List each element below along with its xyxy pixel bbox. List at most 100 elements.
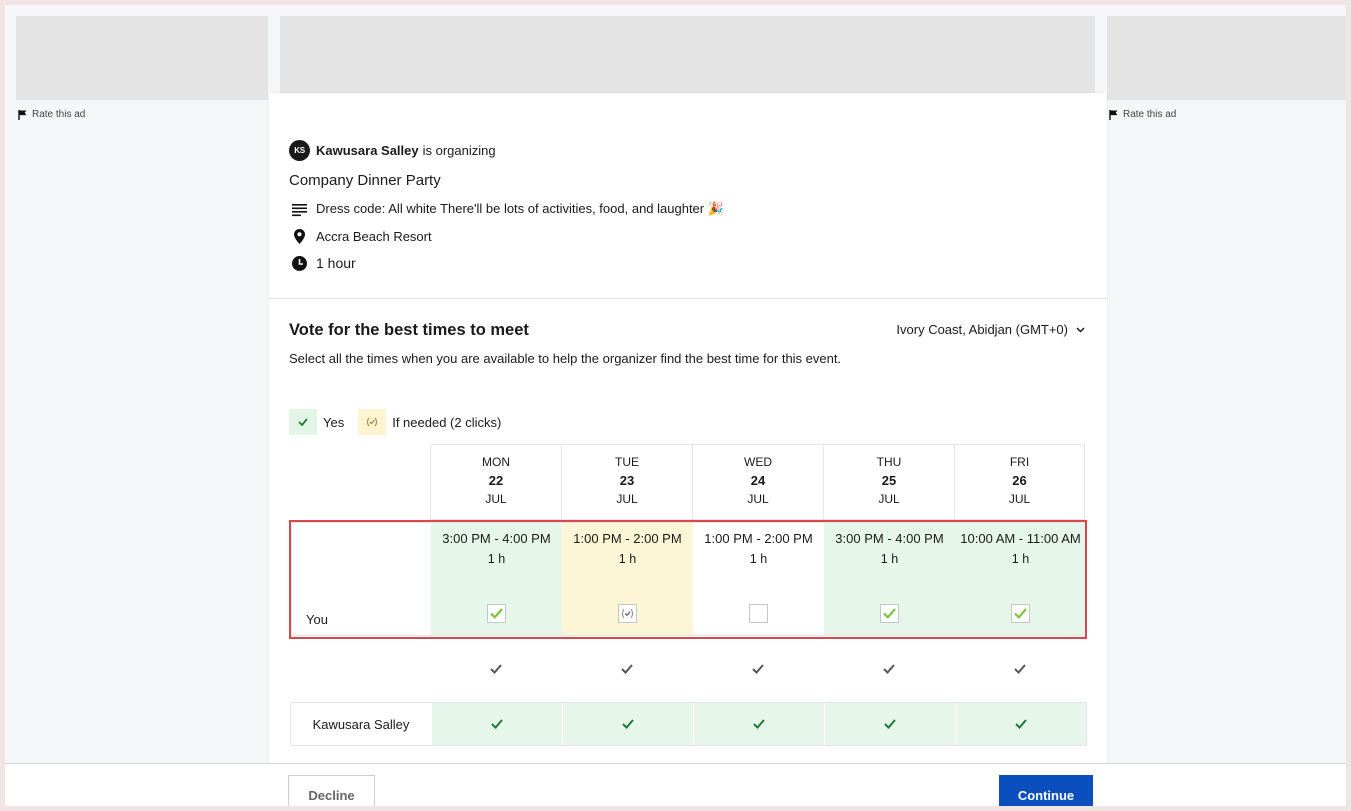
timezone-label: Ivory Coast, Abidjan (GMT+0) [896, 322, 1068, 337]
time-slot-fri[interactable]: 10:00 AM - 11:00 AM 1 h [955, 523, 1086, 635]
flag-icon [1109, 109, 1118, 120]
day-month: JUL [878, 492, 900, 506]
day-month: JUL [485, 492, 507, 506]
event-title: Company Dinner Party [289, 172, 441, 189]
legend-if-needed-label: If needed (2 clicks) [392, 414, 502, 430]
slot-duration: 1 h [880, 552, 899, 566]
event-description-row: Dress code: All white There'll be lots o… [289, 199, 724, 219]
slot-duration: 1 h [749, 552, 768, 566]
if-needed-icon [622, 608, 633, 619]
slot-checkbox-empty[interactable] [749, 604, 768, 623]
page-frame: Rate this ad Rate this ad KS Kawusara Sa… [5, 5, 1346, 806]
slot-duration: 1 h [487, 552, 506, 566]
day-month: JUL [1008, 492, 1031, 506]
day-date: 23 [619, 473, 635, 488]
ad-top[interactable] [280, 16, 1095, 93]
organizer-name: Kawusara Salley [316, 143, 419, 158]
summary-check-wed [692, 661, 823, 679]
summary-check-mon [430, 661, 561, 679]
day-header-thu: THU 25 JUL [823, 444, 954, 520]
participant-vote-tue [562, 703, 693, 745]
check-icon [883, 608, 896, 619]
check-icon [491, 719, 503, 729]
event-description: Dress code: All white There'll be lots o… [316, 201, 724, 216]
if-needed-swatch [358, 409, 387, 435]
participant-vote-wed [693, 703, 824, 745]
check-icon [298, 418, 308, 426]
vote-legend: Yes If needed (2 clicks) [289, 409, 501, 435]
slot-duration: 1 h [618, 552, 637, 566]
time-slot-tue[interactable]: 1:00 PM - 2:00 PM 1 h [562, 523, 693, 635]
day-name: WED [744, 455, 772, 469]
slot-time: 3:00 PM - 4:00 PM [442, 531, 551, 546]
day-name: TUE [615, 455, 639, 469]
check-icon [1013, 664, 1026, 674]
avatar: KS [289, 140, 310, 161]
continue-button[interactable]: Continue [999, 775, 1093, 806]
day-month: JUL [747, 492, 769, 506]
day-name: THU [876, 455, 902, 469]
day-header-fri: FRI 26 JUL [954, 444, 1085, 520]
check-icon [1014, 608, 1027, 619]
vote-title: Vote for the best times to meet [289, 321, 529, 339]
chevron-down-icon [1076, 327, 1085, 332]
event-duration-row: 1 hour [289, 253, 356, 273]
participant-name: Kawusara Salley [291, 703, 431, 745]
check-icon [751, 664, 764, 674]
summary-check-tue [561, 661, 692, 679]
event-location-row: Accra Beach Resort [289, 226, 432, 246]
summary-check-fri [954, 661, 1085, 679]
ad-left[interactable] [16, 16, 268, 100]
day-date: 22 [488, 473, 504, 488]
check-icon [489, 664, 502, 674]
day-header-tue: TUE 23 JUL [561, 444, 692, 520]
map-pin-icon [289, 226, 309, 246]
slot-checkbox-checked[interactable] [487, 604, 506, 623]
flag-icon [18, 109, 27, 120]
day-date: 26 [1012, 473, 1027, 488]
event-location: Accra Beach Resort [316, 228, 432, 244]
slot-time: 10:00 AM - 11:00 AM [960, 531, 1081, 546]
slot-time: 1:00 PM - 2:00 PM [704, 531, 813, 546]
day-header-mon: MON 22 JUL [430, 444, 561, 520]
event-duration: 1 hour [316, 255, 356, 271]
clock-icon [289, 253, 309, 273]
participant-vote-fri [955, 703, 1086, 745]
day-date: 25 [881, 473, 897, 488]
participant-row: Kawusara Salley [290, 702, 1087, 746]
slot-checkbox-checked[interactable] [880, 604, 899, 623]
action-footer: Decline Continue [5, 763, 1346, 806]
timezone-selector[interactable]: Ivory Coast, Abidjan (GMT+0) [896, 322, 1085, 337]
decline-button[interactable]: Decline [288, 775, 375, 806]
check-icon [620, 664, 633, 674]
check-icon [882, 664, 895, 674]
rate-ad-left[interactable]: Rate this ad [18, 109, 85, 120]
your-availability-row: You 3:00 PM - 4:00 PM 1 h 1:00 PM - 2:00… [291, 522, 1086, 636]
slot-checkbox-if-needed[interactable] [618, 604, 637, 623]
vote-description: Select all the times when you are availa… [289, 351, 842, 366]
slot-time: 3:00 PM - 4:00 PM [835, 531, 944, 546]
ad-right[interactable] [1107, 16, 1346, 100]
check-icon [753, 719, 765, 729]
rate-ad-label: Rate this ad [32, 109, 86, 120]
organizer-suffix: is organizing [422, 143, 496, 158]
check-icon [884, 719, 896, 729]
rate-ad-right[interactable]: Rate this ad [1109, 109, 1176, 120]
check-icon [1015, 719, 1027, 729]
summary-check-thu [823, 661, 954, 679]
you-label: You [306, 612, 328, 627]
participant-vote-mon [431, 703, 562, 745]
day-month: JUL [616, 492, 638, 506]
slot-duration: 1 h [1011, 552, 1030, 566]
divider [269, 298, 1107, 299]
check-icon [490, 608, 503, 619]
slot-checkbox-checked[interactable] [1011, 604, 1030, 623]
notes-lines-icon [289, 199, 309, 219]
time-slot-thu[interactable]: 3:00 PM - 4:00 PM 1 h [824, 523, 955, 635]
time-slot-wed[interactable]: 1:00 PM - 2:00 PM 1 h [693, 523, 824, 635]
if-needed-icon [367, 417, 378, 427]
day-date: 24 [750, 473, 766, 488]
participant-vote-thu [824, 703, 955, 745]
day-name: FRI [1009, 455, 1030, 469]
time-slot-mon[interactable]: 3:00 PM - 4:00 PM 1 h [431, 523, 562, 635]
